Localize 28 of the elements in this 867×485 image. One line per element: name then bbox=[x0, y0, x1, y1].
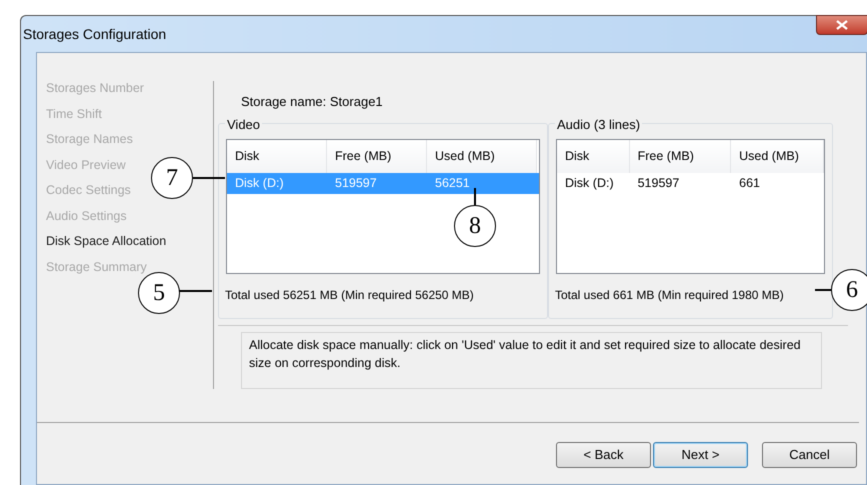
column-header[interactable]: Used (MB) bbox=[731, 140, 824, 173]
leader-line bbox=[474, 188, 476, 205]
close-button[interactable] bbox=[816, 15, 867, 35]
table-cell-text: 56251 bbox=[434, 175, 471, 192]
wizard-button[interactable]: < Back bbox=[556, 442, 651, 468]
leader-line bbox=[179, 290, 212, 292]
column-header[interactable]: Used (MB) bbox=[427, 140, 537, 173]
column-header[interactable]: Disk bbox=[557, 140, 630, 173]
total-used-label: Total used 56251 MB (Min required 56250 MB) bbox=[225, 287, 474, 304]
close-icon bbox=[836, 20, 848, 30]
column-header[interactable]: Free (MB) bbox=[327, 140, 427, 173]
info-text: Allocate disk space manually: click on 'Used' value to edit it and set required size to allocate desired size on corresponding disk. bbox=[249, 336, 802, 372]
wizard-button[interactable]: Next > bbox=[653, 442, 748, 468]
storage-name-label: Storage name: Storage1 bbox=[241, 93, 384, 108]
column-header[interactable]: Disk bbox=[227, 140, 327, 173]
wizard-button[interactable]: Cancel bbox=[762, 442, 857, 468]
table-cell-text: Disk (D:) bbox=[564, 175, 615, 192]
table-cell-text: 519597 bbox=[334, 175, 378, 192]
leader-line bbox=[193, 177, 225, 179]
list-row[interactable]: Disk (D:) 519597 661 bbox=[557, 173, 824, 194]
table-cell-text: 661 bbox=[738, 175, 761, 192]
wizard-step[interactable]: Disk Space Allocation bbox=[46, 234, 166, 248]
total-used-label: Total used 661 MB (Min required 1980 MB) bbox=[555, 287, 784, 304]
window-title: Storages Configuration bbox=[23, 25, 166, 44]
leader-line bbox=[815, 289, 831, 291]
column-header[interactable]: Free (MB) bbox=[630, 140, 732, 173]
table-cell-text: Disk (D:) bbox=[234, 175, 285, 192]
table-cell-text: 519597 bbox=[636, 175, 680, 192]
